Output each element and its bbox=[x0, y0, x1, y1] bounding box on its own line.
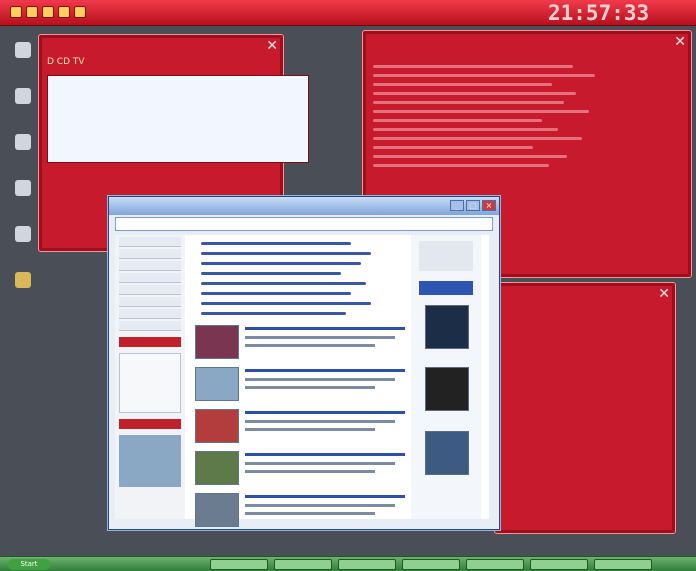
taskbar-item[interactable] bbox=[274, 559, 332, 570]
close-icon[interactable]: ✕ bbox=[674, 34, 686, 50]
taskbar-item[interactable] bbox=[530, 559, 588, 570]
close-icon[interactable]: ✕ bbox=[266, 38, 278, 54]
story-image bbox=[195, 325, 239, 359]
site-right-column bbox=[411, 235, 481, 519]
browser-window-buttons: _ □ × bbox=[450, 200, 496, 211]
calendar-week-row[interactable] bbox=[547, 326, 655, 339]
story-image bbox=[195, 409, 239, 443]
calendar-grid[interactable] bbox=[547, 313, 655, 404]
product-tile[interactable] bbox=[425, 305, 469, 349]
quick-launch-icon-2[interactable] bbox=[26, 6, 38, 18]
promo-image[interactable] bbox=[119, 435, 181, 487]
taskbar-item[interactable] bbox=[402, 559, 460, 570]
app-icon bbox=[15, 134, 31, 150]
calendar-week-row[interactable] bbox=[547, 391, 655, 404]
headline-list[interactable] bbox=[189, 242, 409, 315]
product-tile[interactable] bbox=[425, 367, 469, 411]
quick-launch-icon-5[interactable] bbox=[74, 6, 86, 18]
nav-item[interactable] bbox=[119, 321, 181, 331]
nav-item[interactable] bbox=[119, 237, 181, 247]
taskbar-item[interactable] bbox=[466, 559, 524, 570]
browser-icon bbox=[15, 42, 31, 58]
nav-item[interactable] bbox=[119, 261, 181, 271]
nav-item[interactable] bbox=[119, 285, 181, 295]
quick-launch-icon-4[interactable] bbox=[58, 6, 70, 18]
browser-window: _ □ × bbox=[108, 196, 500, 530]
desktop-icon-app-3[interactable] bbox=[8, 180, 38, 218]
app-icon bbox=[15, 88, 31, 104]
quick-launch-icon-3[interactable] bbox=[42, 6, 54, 18]
nav-item[interactable] bbox=[119, 273, 181, 283]
calendar-week-row[interactable] bbox=[547, 378, 655, 391]
login-box[interactable] bbox=[119, 353, 181, 413]
story-image bbox=[195, 493, 239, 527]
story-image bbox=[195, 367, 239, 401]
app-icon bbox=[15, 226, 31, 242]
nav-item[interactable] bbox=[119, 297, 181, 307]
news-story[interactable] bbox=[189, 491, 409, 529]
folder-icon bbox=[15, 272, 31, 288]
desktop-icon-folder[interactable] bbox=[8, 272, 38, 310]
tv-window-list[interactable] bbox=[47, 75, 309, 163]
site-left-nav bbox=[115, 235, 185, 519]
taskbar-item[interactable] bbox=[594, 559, 652, 570]
calendar-week-row[interactable] bbox=[547, 365, 655, 378]
log-window-title bbox=[369, 37, 667, 49]
calendar-week-row[interactable] bbox=[547, 352, 655, 365]
browser-viewport[interactable] bbox=[115, 235, 489, 527]
desktop-icon-browser[interactable] bbox=[8, 42, 38, 80]
story-image bbox=[195, 451, 239, 485]
section-header bbox=[419, 281, 473, 295]
close-icon[interactable]: ✕ bbox=[658, 286, 670, 302]
tv-window-toolbar[interactable]: D CD TV bbox=[47, 57, 275, 71]
product-tile[interactable] bbox=[425, 431, 469, 475]
nav-section-header bbox=[119, 419, 181, 429]
calendar-header-row bbox=[547, 313, 655, 326]
calendar-window: ✕ bbox=[494, 282, 676, 534]
desktop-icon-app-1[interactable] bbox=[8, 88, 38, 126]
browser-title bbox=[109, 197, 499, 215]
taskbar-item[interactable] bbox=[338, 559, 396, 570]
taskbar-item[interactable] bbox=[210, 559, 268, 570]
news-story[interactable] bbox=[189, 407, 409, 445]
maximize-button[interactable]: □ bbox=[466, 200, 480, 211]
links-box[interactable] bbox=[419, 241, 473, 271]
nav-item[interactable] bbox=[119, 249, 181, 259]
nav-item[interactable] bbox=[119, 309, 181, 319]
site-content bbox=[189, 235, 409, 527]
calendar-week-row[interactable] bbox=[547, 339, 655, 352]
news-story[interactable] bbox=[189, 365, 409, 403]
app-icon bbox=[15, 180, 31, 196]
desktop-icon-app-4[interactable] bbox=[8, 226, 38, 264]
taskbar: Start bbox=[0, 556, 696, 571]
minimize-button[interactable]: _ bbox=[450, 200, 464, 211]
desktop-icons bbox=[8, 42, 40, 318]
calendar-window-title bbox=[501, 289, 651, 301]
desktop-icon-app-2[interactable] bbox=[8, 134, 38, 172]
news-story[interactable] bbox=[189, 323, 409, 361]
address-bar[interactable] bbox=[115, 217, 493, 231]
start-button[interactable]: Start bbox=[8, 559, 50, 570]
top-bar: 21:57:33 bbox=[0, 0, 696, 26]
tv-window-title bbox=[45, 41, 259, 53]
nav-section-header bbox=[119, 337, 181, 347]
news-story[interactable] bbox=[189, 449, 409, 487]
close-button[interactable]: × bbox=[482, 200, 496, 211]
clock-display: 21:57:33 bbox=[548, 1, 650, 25]
quick-launch-icon-1[interactable] bbox=[10, 6, 22, 18]
